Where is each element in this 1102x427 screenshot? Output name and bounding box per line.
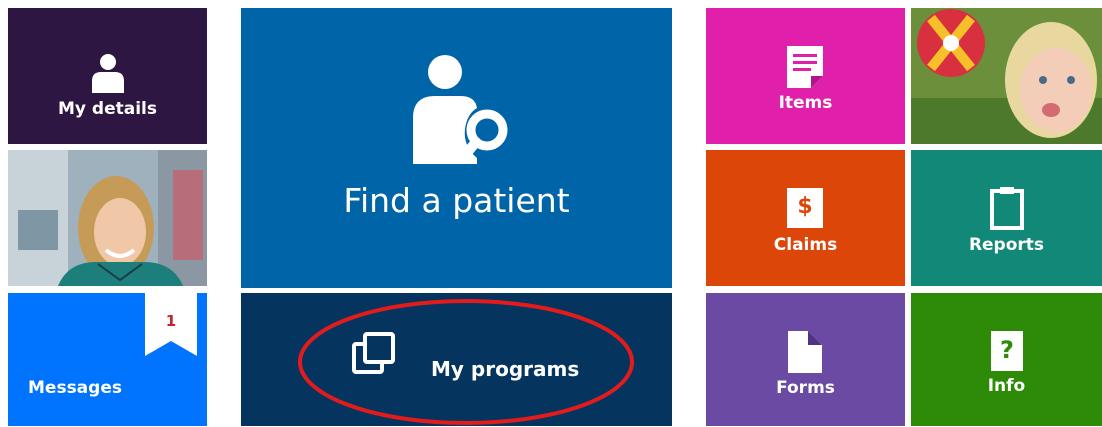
tile-label: Claims bbox=[773, 235, 838, 255]
info-icon: ? bbox=[991, 331, 1023, 371]
tile-label: Reports bbox=[968, 235, 1045, 255]
tile-label: Messages bbox=[28, 378, 122, 398]
find-patient-icon bbox=[413, 55, 508, 164]
tile-forms[interactable]: Forms bbox=[706, 293, 905, 426]
tile-label: My details bbox=[58, 99, 157, 119]
tile-items[interactable]: Items bbox=[706, 8, 905, 144]
tile-info[interactable]: ? Info bbox=[911, 293, 1102, 426]
tile-messages[interactable]: 1 Messages bbox=[8, 293, 207, 426]
notification-badge: 1 bbox=[145, 293, 197, 356]
highlight-circle-annotation bbox=[298, 299, 634, 425]
child-photo bbox=[911, 8, 1102, 144]
tile-claims[interactable]: $ Claims bbox=[706, 150, 905, 286]
tile-label: Forms bbox=[776, 378, 835, 398]
claims-symbol: $ bbox=[797, 194, 813, 219]
nurse-photo bbox=[8, 150, 207, 286]
tile-label: Info bbox=[987, 376, 1026, 396]
reports-icon bbox=[990, 187, 1024, 230]
info-symbol: ? bbox=[1000, 336, 1014, 364]
tile-my-details[interactable]: My details bbox=[8, 8, 207, 144]
badge-count: 1 bbox=[165, 312, 177, 330]
person-icon bbox=[92, 54, 124, 93]
tile-reports[interactable]: Reports bbox=[911, 150, 1102, 286]
tile-find-a-patient[interactable]: Find a patient bbox=[241, 8, 672, 288]
claims-icon: $ bbox=[787, 188, 823, 228]
items-icon bbox=[787, 46, 823, 88]
forms-icon bbox=[788, 331, 822, 373]
tile-label: Find a patient bbox=[343, 181, 570, 220]
tile-label: Items bbox=[778, 93, 833, 113]
